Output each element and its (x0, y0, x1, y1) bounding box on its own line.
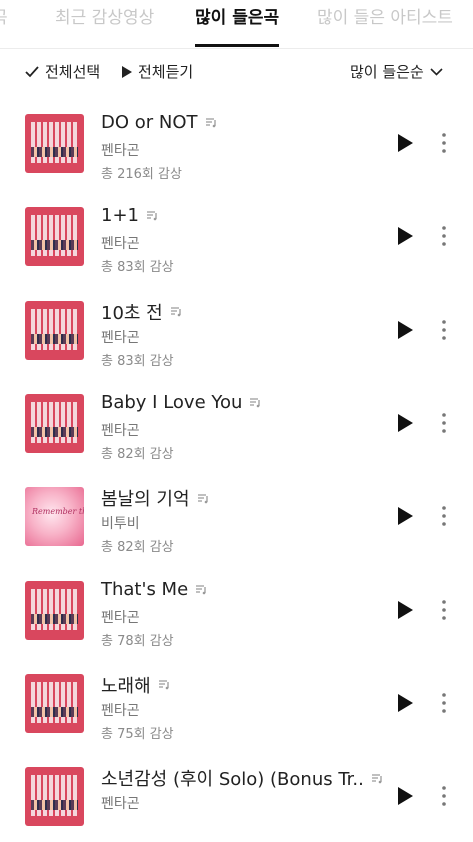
lyrics-icon (205, 118, 216, 128)
play-icon[interactable] (396, 600, 414, 620)
song-title[interactable]: 노래해 (101, 672, 170, 698)
lyrics-icon (196, 584, 206, 594)
cover-members-band (31, 147, 78, 157)
song-title-text: 봄날의 기억 (101, 489, 190, 511)
tab-bar: 곡 최근 감상영상 많이 들은곡 많이 들은 아티스트 (0, 0, 473, 49)
song-title[interactable]: 10초 전 (101, 299, 182, 325)
song-row[interactable]: 10초 전펜타곤총 83회 감상 (0, 283, 473, 376)
song-title[interactable]: That's Me (101, 579, 207, 600)
song-title[interactable]: 봄날의 기억 (101, 485, 209, 511)
song-artist[interactable]: 펜타곤 (101, 327, 140, 347)
album-cover-pentagon[interactable] (25, 767, 84, 827)
song-artist[interactable]: 펜타곤 (101, 793, 140, 813)
cover-members-band (31, 613, 78, 624)
cover-members-band (31, 240, 78, 251)
cover-members-band (31, 800, 78, 811)
play-count: 총 75회 감상 (101, 726, 174, 742)
play-count: 총 82회 감상 (101, 446, 174, 462)
song-title-text: 노래해 (101, 675, 151, 697)
more-vertical-icon[interactable] (436, 785, 452, 807)
tab-most-played-artists[interactable]: 많이 들은 아티스트 (317, 0, 453, 46)
album-cover-pentagon[interactable] (25, 580, 84, 640)
tab-songs[interactable]: 곡 (0, 0, 8, 46)
song-row[interactable]: DO or NOT 펜타곤총 216회 감상 (0, 96, 473, 189)
album-cover-btob[interactable]: Remember that (25, 487, 84, 547)
play-icon (122, 65, 132, 78)
more-vertical-icon[interactable] (436, 132, 452, 154)
lyrics-icon (371, 773, 382, 783)
tab-most-played-songs[interactable]: 많이 들은곡 (195, 0, 279, 46)
song-row[interactable]: 1+1 펜타곤총 83회 감상 (0, 189, 473, 282)
play-all-button[interactable]: 전체듣기 (121, 61, 193, 82)
play-count: 총 82회 감상 (101, 540, 174, 556)
more-vertical-icon[interactable] (436, 692, 452, 714)
play-icon[interactable] (396, 226, 414, 246)
play-count: 총 83회 감상 (101, 353, 174, 369)
play-icon[interactable] (396, 133, 414, 153)
play-icon[interactable] (396, 786, 414, 806)
song-row[interactable]: Baby I Love You 펜타곤총 82회 감상 (0, 376, 473, 469)
song-row[interactable]: That's Me 펜타곤총 78회 감상 (0, 563, 473, 656)
play-icon[interactable] (396, 320, 414, 340)
lyrics-icon (197, 494, 208, 503)
more-vertical-icon[interactable] (436, 412, 452, 434)
song-title-text: Baby I Love You (101, 391, 243, 413)
select-all-button[interactable]: 전체선택 (25, 61, 100, 82)
list-toolbar: 전체선택 전체듣기 많이 들은순 (0, 52, 473, 92)
song-artist[interactable]: 펜타곤 (101, 233, 140, 253)
play-icon[interactable] (396, 413, 414, 433)
play-count: 총 216회 감상 (101, 167, 182, 182)
cover-members-band (31, 706, 78, 717)
more-vertical-icon[interactable] (436, 319, 452, 341)
song-title[interactable]: 소년감성 (후이 Solo) (Bonus Tr.. (101, 765, 383, 791)
play-count: 총 83회 감상 (101, 260, 174, 276)
sort-dropdown[interactable]: 많이 들은순 (350, 61, 449, 82)
song-title-text: That's Me (101, 578, 189, 600)
song-artist[interactable]: 펜타곤 (101, 700, 140, 720)
play-icon[interactable] (396, 693, 414, 713)
album-cover-pentagon[interactable] (25, 300, 84, 360)
song-title-text: 10초 전 (101, 302, 163, 324)
more-vertical-icon[interactable] (436, 599, 452, 621)
song-title[interactable]: Baby I Love You (101, 392, 261, 413)
lyrics-icon (147, 211, 157, 221)
lyrics-icon (170, 307, 181, 317)
play-icon[interactable] (396, 506, 414, 526)
song-title-text: 1+1 (101, 205, 139, 227)
cover-script-text: Remember that (32, 507, 84, 517)
album-cover-pentagon[interactable] (25, 673, 84, 733)
lyrics-icon (250, 398, 261, 408)
song-title-text: DO or NOT (101, 112, 198, 133)
chevron-down-icon (430, 67, 443, 76)
album-cover-pentagon[interactable] (25, 393, 84, 453)
select-all-label: 전체선택 (45, 63, 101, 81)
check-icon (25, 65, 39, 77)
sort-label: 많이 들은순 (350, 63, 424, 81)
song-artist[interactable]: 펜타곤 (101, 140, 140, 160)
album-cover-pentagon[interactable] (25, 207, 84, 267)
tab-recent-videos[interactable]: 최근 감상영상 (55, 0, 154, 46)
song-artist[interactable]: 비투비 (101, 513, 140, 533)
play-all-label: 전체듣기 (138, 63, 194, 81)
song-title[interactable]: DO or NOT (101, 112, 217, 133)
song-title[interactable]: 1+1 (101, 205, 158, 226)
song-row[interactable]: 노래해펜타곤총 75회 감상 (0, 656, 473, 749)
cover-members-band (31, 333, 78, 344)
song-title-text: 소년감성 (후이 Solo) (Bonus Tr.. (101, 769, 364, 791)
cover-members-band (31, 426, 78, 437)
album-cover-pentagon[interactable] (25, 114, 84, 173)
more-vertical-icon[interactable] (436, 225, 452, 247)
song-row[interactable]: Remember that 봄날의 기억비투비총 82회 감상 (0, 469, 473, 562)
lyrics-icon (158, 680, 169, 690)
song-artist[interactable]: 펜타곤 (101, 607, 140, 627)
song-artist[interactable]: 펜타곤 (101, 420, 140, 440)
play-count: 총 78회 감상 (101, 633, 174, 649)
active-tab-indicator (195, 44, 279, 47)
song-row[interactable]: 소년감성 (후이 Solo) (Bonus Tr.. 펜타곤 (0, 749, 473, 842)
more-vertical-icon[interactable] (436, 505, 452, 527)
